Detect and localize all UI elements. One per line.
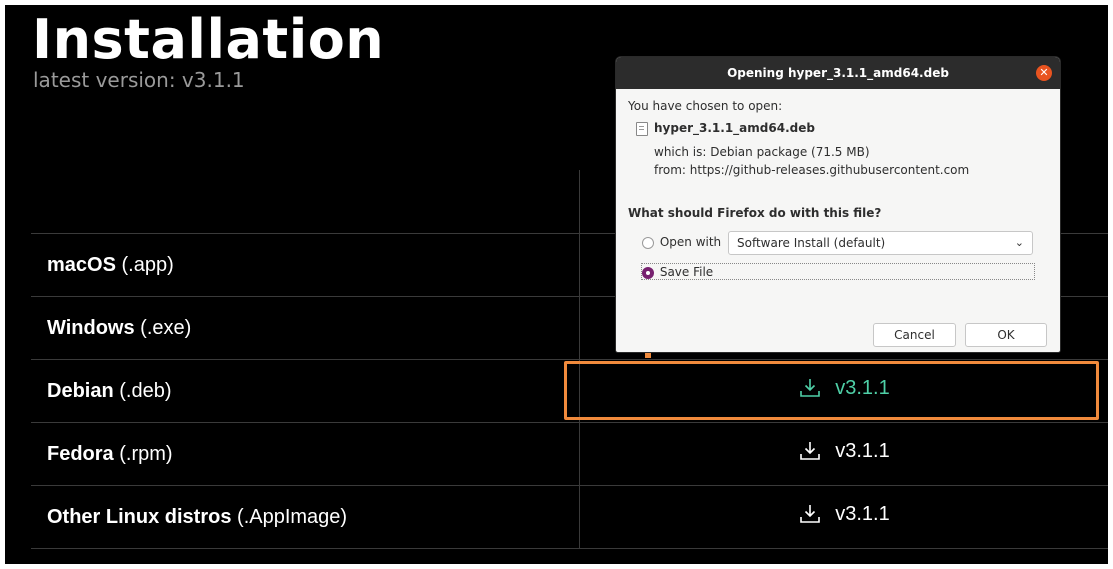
os-ext: (.app) xyxy=(121,253,174,276)
open-with-app-value: Software Install (default) xyxy=(737,236,886,250)
latest-version-label: latest version: v3.1.1 xyxy=(33,68,245,92)
os-name: macOS xyxy=(47,253,116,276)
action-question: What should Firefox do with this file? xyxy=(628,206,882,220)
table-row-fedora: Fedora (.rpm) v3.1.1 xyxy=(31,422,1108,486)
open-with-app-select[interactable]: Software Install (default) ⌄ xyxy=(728,231,1033,255)
download-version: v3.1.1 xyxy=(835,439,890,462)
file-source: from: https://github-releases.githubuser… xyxy=(654,163,970,177)
close-icon[interactable]: ✕ xyxy=(1036,65,1052,81)
os-ext: (.rpm) xyxy=(119,442,173,465)
file-row: hyper_3.1.1_amd64.deb xyxy=(636,121,815,136)
table-row-other-linux: Other Linux distros (.AppImage) v3.1.1 xyxy=(31,485,1108,549)
os-ext: (.exe) xyxy=(140,316,192,339)
download-icon xyxy=(800,442,821,461)
os-cell: Other Linux distros (.AppImage) xyxy=(31,485,580,549)
os-name: Debian xyxy=(47,379,114,402)
download-link-other-linux[interactable]: v3.1.1 xyxy=(799,502,890,526)
ok-button[interactable]: OK xyxy=(965,323,1047,347)
os-ext: (.deb) xyxy=(119,379,172,402)
os-cell: Debian (.deb) xyxy=(31,359,580,423)
hyper-install-page: Installation latest version: v3.1.1 macO… xyxy=(5,5,1108,564)
chosen-label: You have chosen to open: xyxy=(628,99,783,113)
save-file-label: Save File xyxy=(659,265,714,279)
file-icon xyxy=(636,121,648,136)
save-file-radio[interactable] xyxy=(642,266,654,279)
open-with-option[interactable]: Open with xyxy=(642,235,721,249)
os-cell: macOS (.app) xyxy=(31,233,580,297)
os-cell: Windows (.exe) xyxy=(31,296,580,360)
os-name: Other Linux distros xyxy=(47,505,232,528)
download-icon xyxy=(800,505,821,524)
open-with-radio[interactable] xyxy=(642,236,654,249)
save-file-option[interactable]: Save File xyxy=(642,265,713,279)
download-cell-fedora: v3.1.1 xyxy=(579,422,1108,486)
os-cell: Fedora (.rpm) xyxy=(31,422,580,486)
cancel-button[interactable]: Cancel xyxy=(873,323,956,347)
open-with-label: Open with xyxy=(659,235,722,249)
dialog-title: Opening hyper_3.1.1_amd64.deb xyxy=(727,66,949,80)
download-version: v3.1.1 xyxy=(835,502,890,525)
table-header-empty xyxy=(31,170,580,234)
file-name: hyper_3.1.1_amd64.deb xyxy=(654,121,815,135)
download-cell-other-linux: v3.1.1 xyxy=(579,485,1108,549)
os-name: Windows xyxy=(47,316,135,339)
dialog-titlebar: Opening hyper_3.1.1_amd64.deb ✕ xyxy=(616,57,1060,89)
os-ext: (.AppImage) xyxy=(237,505,348,528)
os-name: Fedora xyxy=(47,442,114,465)
chevron-down-icon: ⌄ xyxy=(1014,236,1024,249)
open-file-dialog: Opening hyper_3.1.1_amd64.deb ✕ You have… xyxy=(616,57,1060,352)
annotation-highlight-box xyxy=(564,361,1099,420)
file-type: which is: Debian package (71.5 MB) xyxy=(654,145,870,159)
page-title: Installation xyxy=(32,8,385,71)
download-link-fedora[interactable]: v3.1.1 xyxy=(799,439,890,463)
